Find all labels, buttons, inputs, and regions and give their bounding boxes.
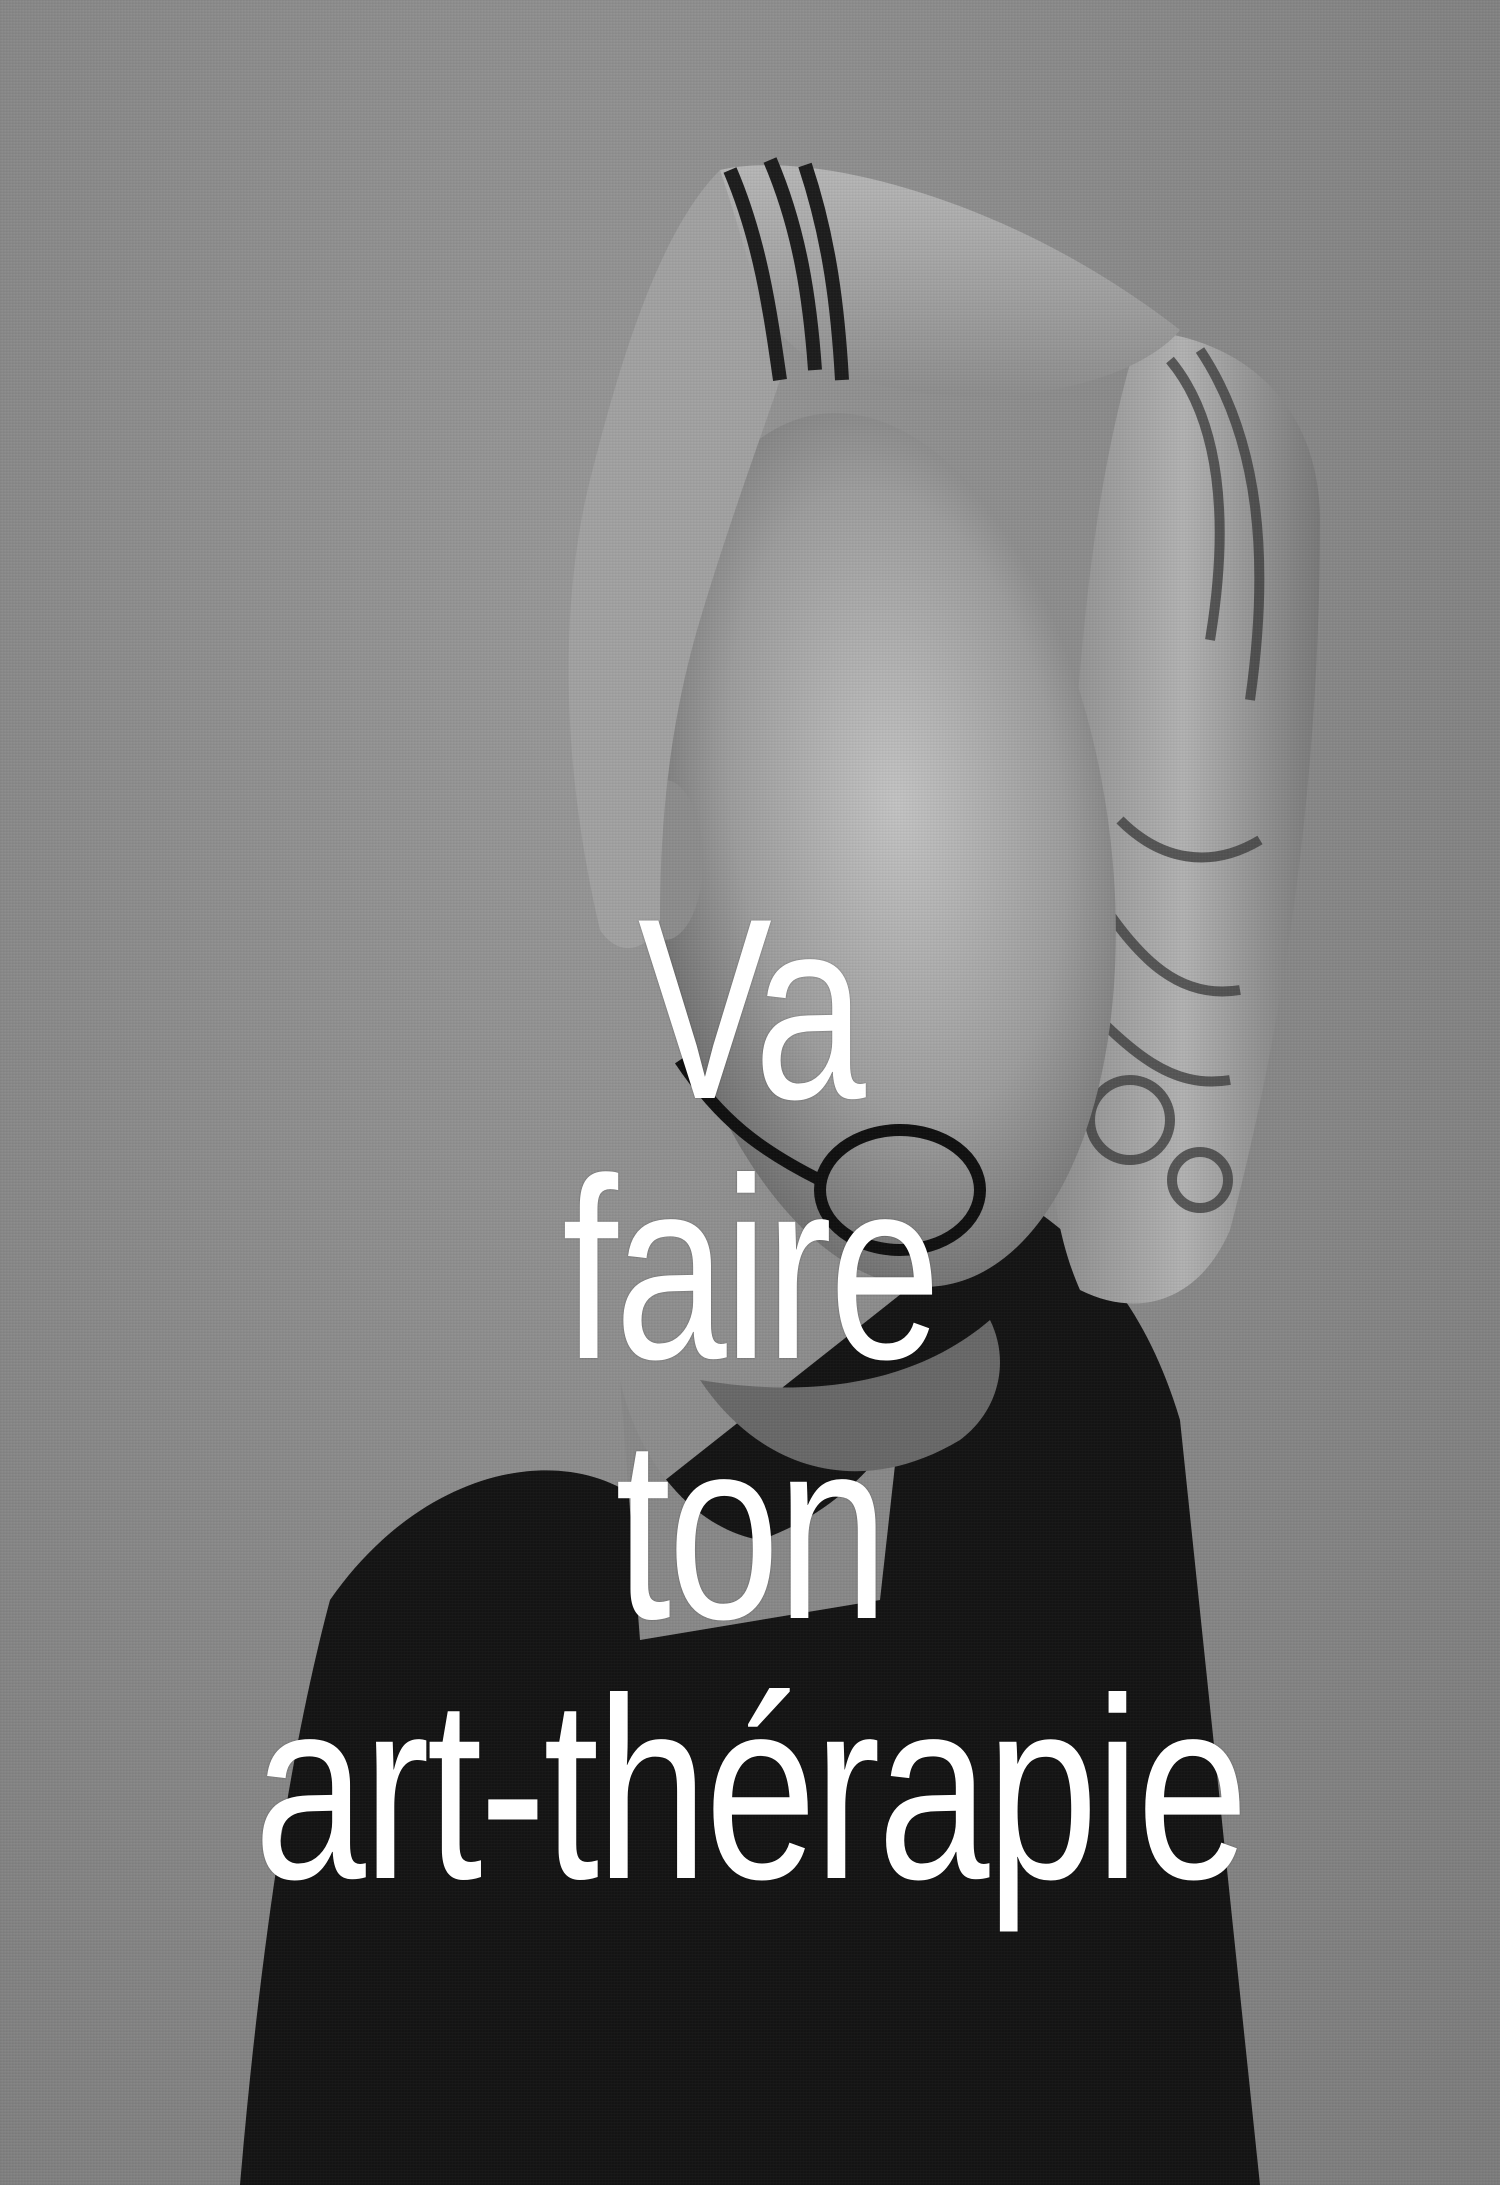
caption-line-2: faire <box>562 1124 941 1413</box>
caption-line-4: art-thérapie <box>254 1644 1249 1933</box>
poster-canvas: Va faire ton art-thérapie <box>0 0 1500 2185</box>
caption-line-3: ton <box>614 1384 889 1673</box>
caption-text: Va faire ton art-thérapie <box>0 880 1500 1920</box>
caption-line-1: Va <box>637 864 866 1153</box>
